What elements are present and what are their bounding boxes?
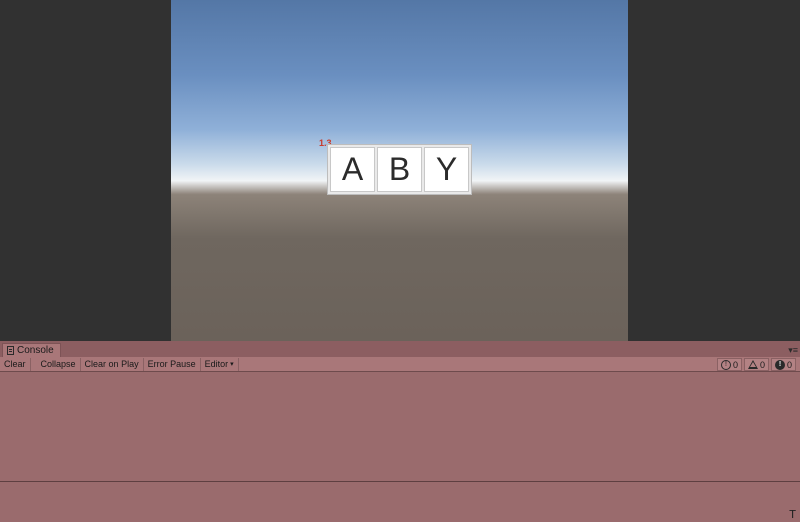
info-icon: !: [720, 359, 731, 370]
console-tab-bar: Console ▾≡: [0, 341, 800, 357]
error-count-toggle[interactable]: ! 0: [770, 358, 796, 371]
collapse-button[interactable]: Collapse: [37, 357, 81, 371]
tab-console[interactable]: Console: [2, 343, 61, 357]
log-detail-pane[interactable]: [0, 482, 800, 522]
letterbox-right: [628, 0, 800, 341]
key-button-b[interactable]: B: [377, 147, 422, 192]
warning-icon: [747, 360, 758, 369]
editor-dropdown[interactable]: Editor ▾: [201, 357, 239, 371]
chevron-down-icon: ▾: [230, 361, 234, 368]
error-count: 0: [786, 359, 792, 370]
error-pause-button[interactable]: Error Pause: [144, 357, 201, 371]
info-count: 0: [732, 359, 738, 370]
log-list[interactable]: ..: [0, 372, 800, 499]
window-menu-icon[interactable]: ▾≡: [788, 345, 798, 356]
abxy-button-panel: A B Y: [327, 144, 472, 195]
clear-button[interactable]: Clear: [0, 357, 31, 371]
editor-dropdown-label: Editor: [204, 359, 229, 369]
console-toolbar: Clear Collapse Clear on Play Error Pause…: [0, 357, 800, 372]
error-icon: !: [774, 359, 785, 370]
text-cursor: T: [789, 508, 797, 522]
log-counters: ! 0 0 ! 0: [716, 358, 796, 371]
game-view: 1.3 A B Y: [0, 0, 800, 341]
letterbox-left: [0, 0, 171, 341]
key-button-a[interactable]: A: [330, 147, 375, 192]
warning-count: 0: [759, 359, 765, 370]
info-count-toggle[interactable]: ! 0: [716, 358, 742, 371]
tab-console-label: Console: [17, 345, 54, 356]
console-window: Console ▾≡ Clear Collapse Clear on Play …: [0, 341, 800, 522]
warning-count-toggle[interactable]: 0: [743, 358, 769, 371]
clear-on-play-button[interactable]: Clear on Play: [81, 357, 144, 371]
console-doc-icon: [7, 346, 14, 355]
key-button-y[interactable]: Y: [424, 147, 469, 192]
